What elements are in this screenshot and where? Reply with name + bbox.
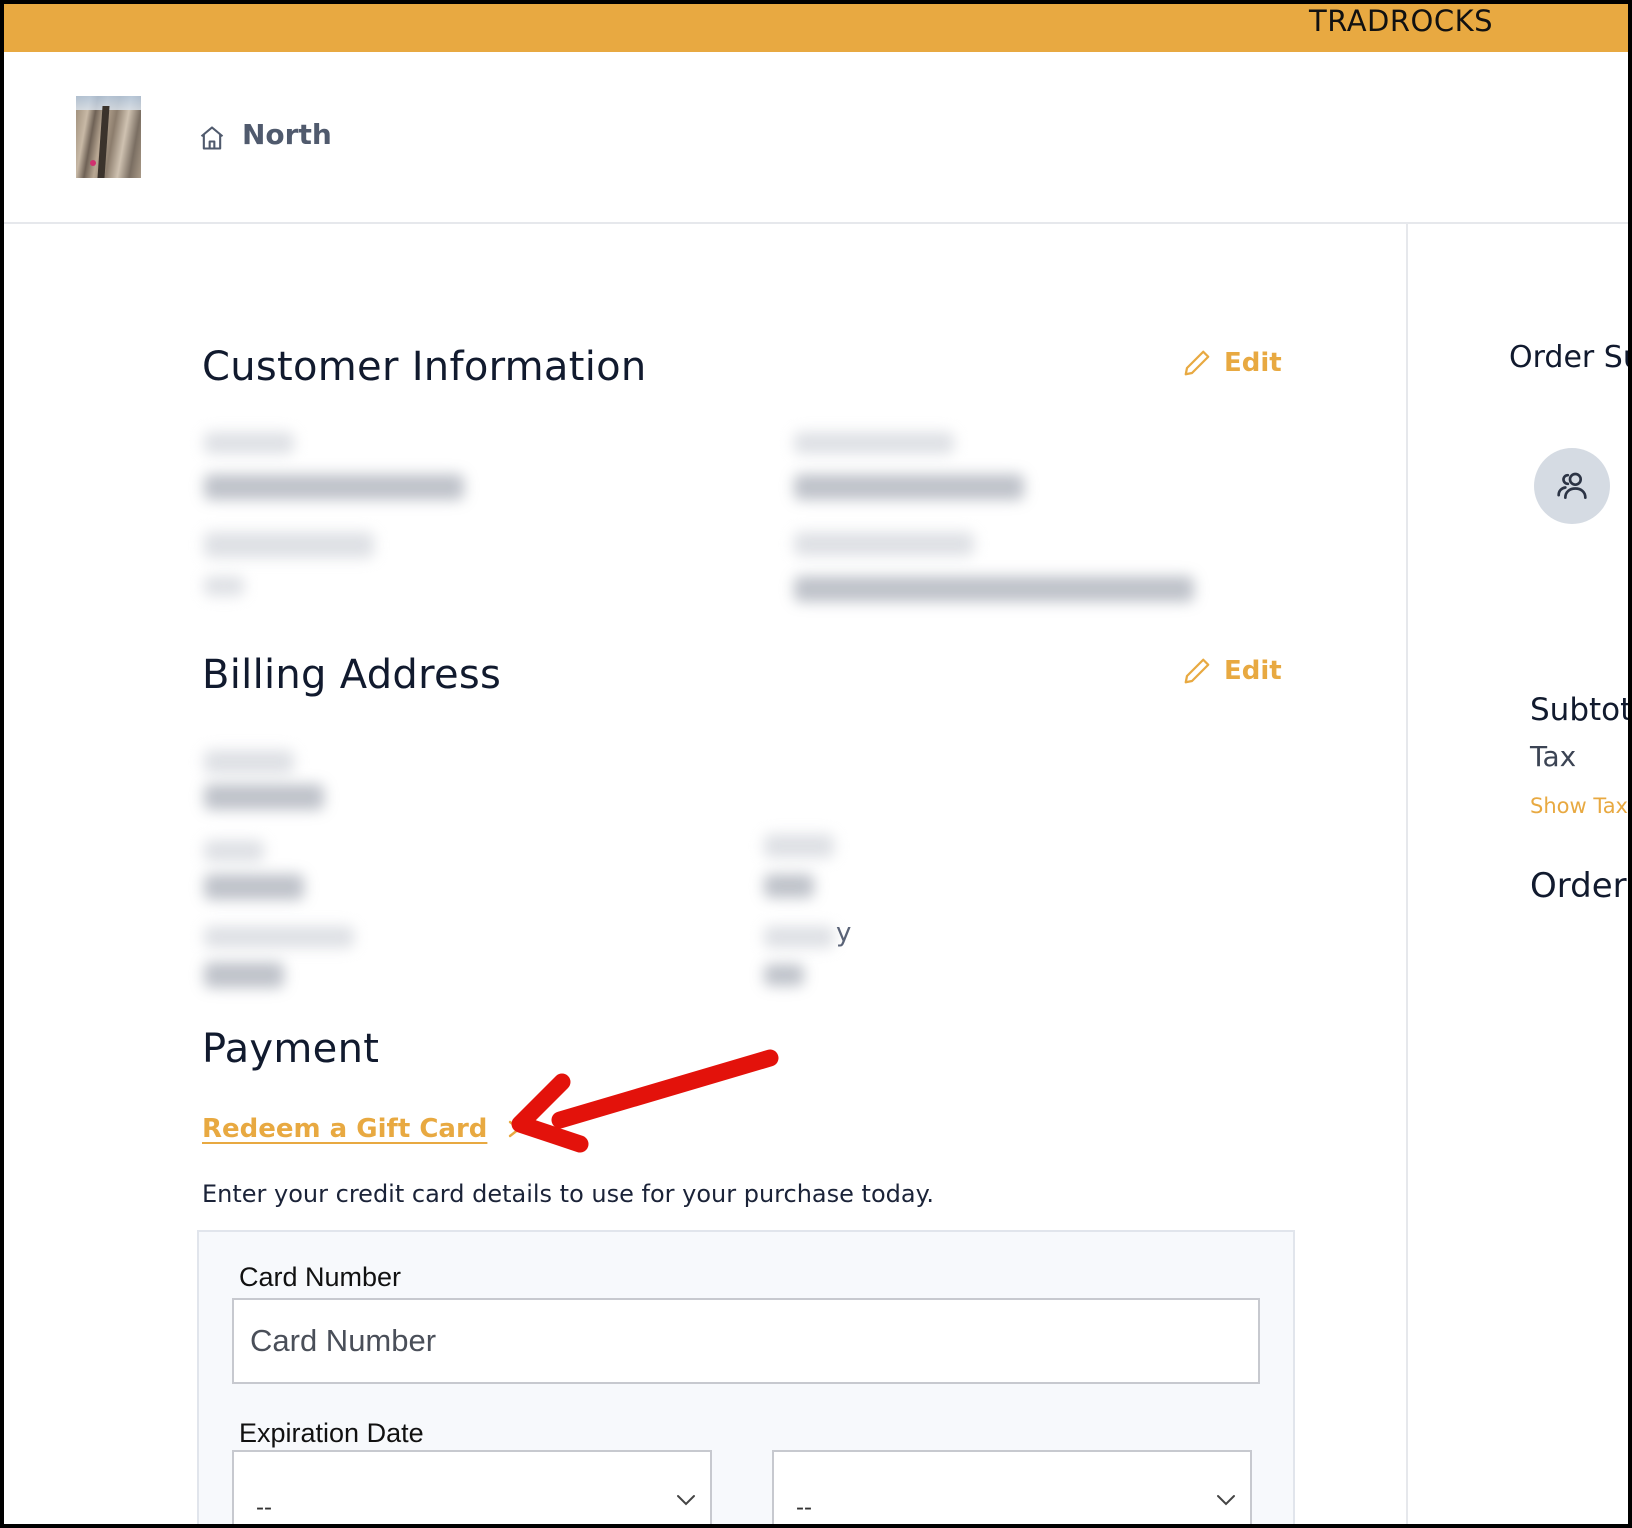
redacted-field [764,874,814,898]
card-number-label: Card Number [239,1262,402,1292]
redacted-field [794,474,1024,500]
annotation-arrow [511,1049,779,1153]
redacted-field [204,532,374,558]
card-entry-panel: Card Number Expiration Date -- -- [197,1230,1295,1524]
redacted-field [764,834,834,858]
tax-label: Tax [1530,740,1577,773]
payment-title: Payment [202,1026,380,1072]
redacted-field [204,874,304,900]
chevron-down-icon [677,1495,695,1506]
chevron-down-icon [1217,1495,1235,1506]
redacted-field [204,784,324,810]
redacted-field [204,750,294,774]
redacted-field [204,474,464,500]
business-logo[interactable] [76,96,141,178]
redacted-field [794,532,974,556]
top-banner: TRADROCKS [4,4,1628,52]
redacted-field [794,432,954,454]
expiration-date-label: Expiration Date [239,1418,424,1448]
users-icon [1557,472,1587,499]
order-total-label: Order [1530,866,1627,906]
edit-customer-info-button[interactable]: Edit [1182,348,1282,378]
column-divider [1406,224,1408,1524]
edit-label: Edit [1224,656,1282,686]
show-tax-link[interactable]: Show Tax [1530,794,1628,818]
location-name[interactable]: North [242,118,332,151]
payment-description: Enter your credit card details to use fo… [202,1180,934,1208]
redacted-field [204,432,294,454]
redacted-field [204,962,284,988]
edit-label: Edit [1224,348,1282,378]
attendee-avatar [1534,448,1610,524]
order-summary-title: Order Su [1509,340,1632,375]
select-value: -- [256,1494,272,1521]
expiration-year-select[interactable]: -- [772,1450,1252,1524]
subtotal-label: Subtot [1530,692,1632,728]
site-header: North [4,52,1628,224]
brand-name[interactable]: TRADROCKS [1309,4,1493,38]
redacted-field [204,926,354,948]
redacted-field [794,576,1194,602]
edit-billing-address-button[interactable]: Edit [1182,656,1282,686]
country-label-fragment: y [836,918,852,948]
redacted-field [764,964,804,986]
redacted-field [204,576,244,596]
home-icon [200,126,224,150]
select-value: -- [796,1494,812,1521]
expiration-month-select[interactable]: -- [232,1450,712,1524]
pencil-icon [1184,658,1210,684]
card-number-input[interactable] [232,1298,1260,1384]
redacted-field [204,840,264,862]
pencil-icon [1184,350,1210,376]
redeem-gift-card-link[interactable]: Redeem a Gift Card [202,1114,487,1144]
customer-info-title: Customer Information [202,344,647,390]
redacted-field [764,926,834,948]
billing-address-title: Billing Address [202,652,502,698]
page-frame: TRADROCKS North Customer Information Edi… [0,0,1632,1528]
